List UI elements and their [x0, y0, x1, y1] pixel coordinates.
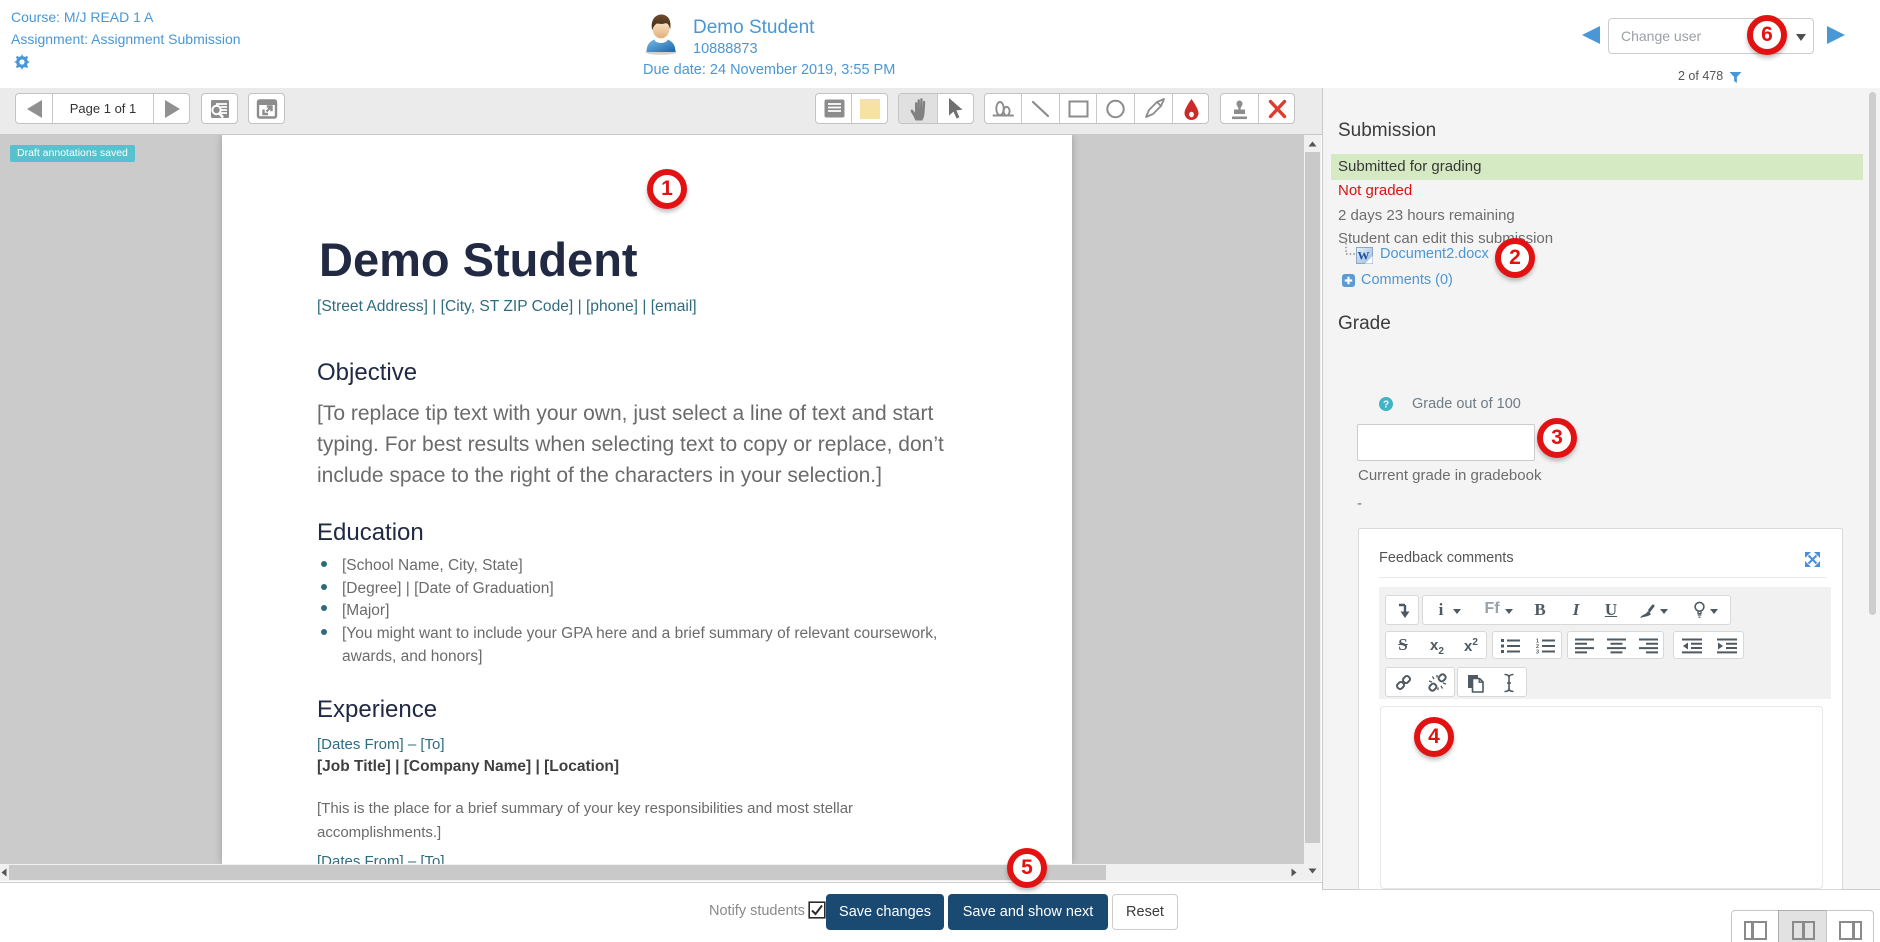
svg-text:3: 3 — [1536, 650, 1539, 655]
svg-text:W: W — [1358, 249, 1370, 263]
svg-text:?: ? — [1383, 400, 1389, 411]
